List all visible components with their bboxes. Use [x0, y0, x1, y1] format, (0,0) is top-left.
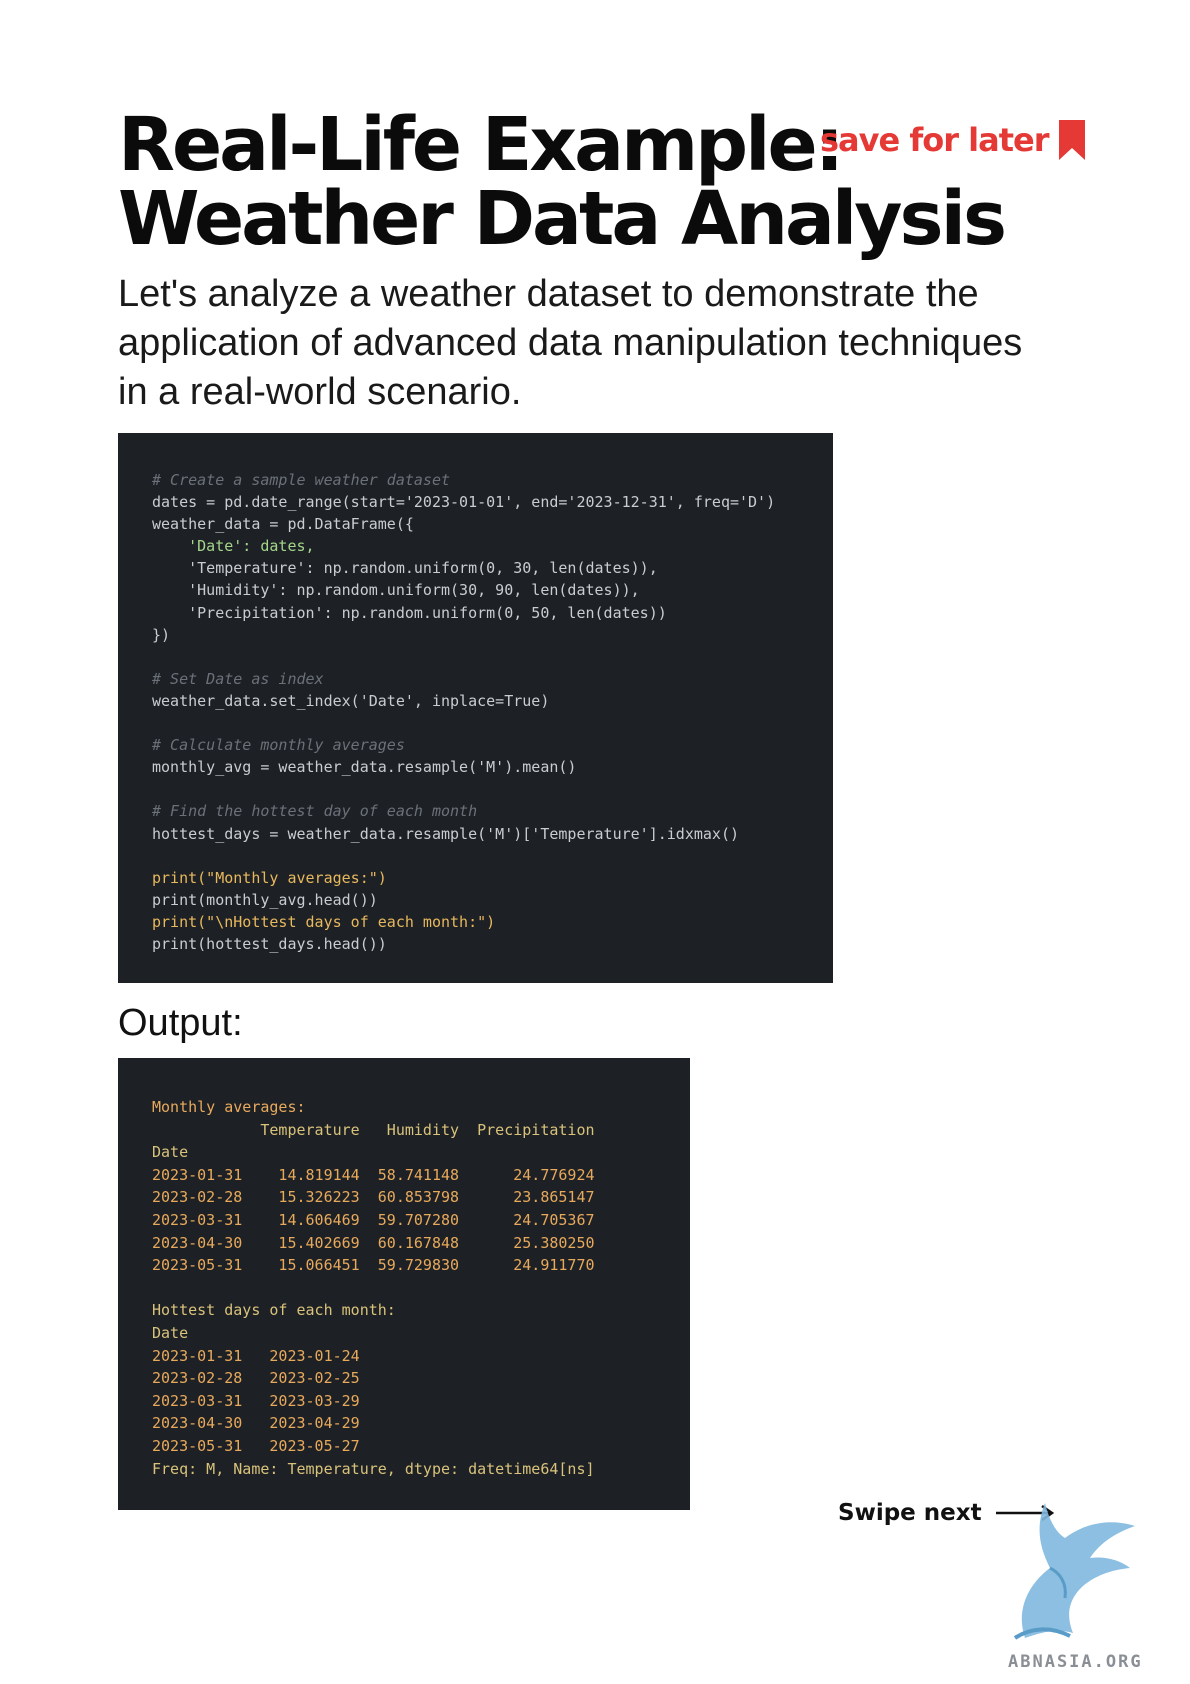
logo-text: ABNASIA.ORG [1008, 1652, 1143, 1672]
code-line: # Find the hottest day of each month [152, 802, 478, 821]
output-line: 2023-02-28 15.326223 60.853798 23.865147 [152, 1188, 595, 1207]
output-line: 2023-05-31 15.066451 59.729830 24.911770 [152, 1256, 595, 1275]
intro-paragraph: Let's analyze a weather dataset to demon… [118, 273, 1023, 413]
output-line: Date [152, 1323, 189, 1342]
code-line: dates = pd.date_range(start='2023-01-01'… [152, 493, 776, 512]
output-block: Monthly averages: Temperature Humidity P… [118, 1058, 690, 1510]
output-line: Temperature Humidity Precipitation [152, 1120, 595, 1139]
dragon-logo [1013, 1503, 1135, 1640]
output-line: 2023-01-31 14.819144 58.741148 24.776924 [152, 1165, 595, 1184]
code-line: # Set Date as index [152, 669, 324, 688]
output-line: 2023-04-30 2023-04-29 [152, 1414, 360, 1433]
output-line: Monthly averages: [152, 1098, 306, 1116]
code-line: }) [152, 625, 171, 644]
code-line: print("\nHottest days of each month:") [152, 912, 496, 931]
code-block: # Create a sample weather dataset dates … [118, 433, 833, 983]
output-line: 2023-04-30 15.402669 60.167848 25.380250 [152, 1233, 595, 1252]
code-line: print(monthly_avg.head()) [152, 890, 378, 909]
output-line: 2023-05-31 2023-05-27 [152, 1436, 360, 1455]
output-line: 2023-03-31 14.606469 59.707280 24.705367 [152, 1210, 595, 1229]
title-line-2: Weather Data Analysis [118, 176, 1007, 262]
code-line: print("Monthly averages:") [152, 868, 387, 887]
output-line: Hottest days of each month: [152, 1301, 396, 1320]
output-line: 2023-03-31 2023-03-29 [152, 1391, 360, 1410]
output-line: Date [152, 1143, 189, 1162]
code-line: # Calculate monthly averages [152, 736, 405, 755]
code-line: 'Temperature': np.random.uniform(0, 30, … [152, 559, 658, 578]
code-line: 'Precipitation': np.random.uniform(0, 50… [152, 603, 667, 622]
save-for-later-button[interactable]: save for later [820, 118, 1087, 162]
code-line: weather_data.set_index('Date', inplace=T… [152, 691, 550, 710]
code-line: monthly_avg = weather_data.resample('M')… [152, 758, 577, 777]
code-line: 'Date': dates, [152, 537, 315, 556]
code-line: 'Humidity': np.random.uniform(30, 90, le… [152, 581, 640, 600]
save-for-later-label: save for later [820, 121, 1050, 159]
swipe-next-label: Swipe next [838, 1500, 982, 1526]
output-line: Freq: M, Name: Temperature, dtype: datet… [152, 1459, 595, 1478]
code-line: # Create a sample weather dataset [152, 471, 451, 489]
code-line: weather_data = pd.DataFrame({ [152, 515, 414, 534]
output-heading: Output: [118, 1002, 243, 1044]
code-line: print(hottest_days.head()) [152, 934, 387, 953]
bookmark-icon [1058, 120, 1085, 160]
code-line: hottest_days = weather_data.resample('M'… [152, 824, 739, 843]
output-line: 2023-02-28 2023-02-25 [152, 1369, 360, 1388]
output-line: 2023-01-31 2023-01-24 [152, 1346, 360, 1365]
